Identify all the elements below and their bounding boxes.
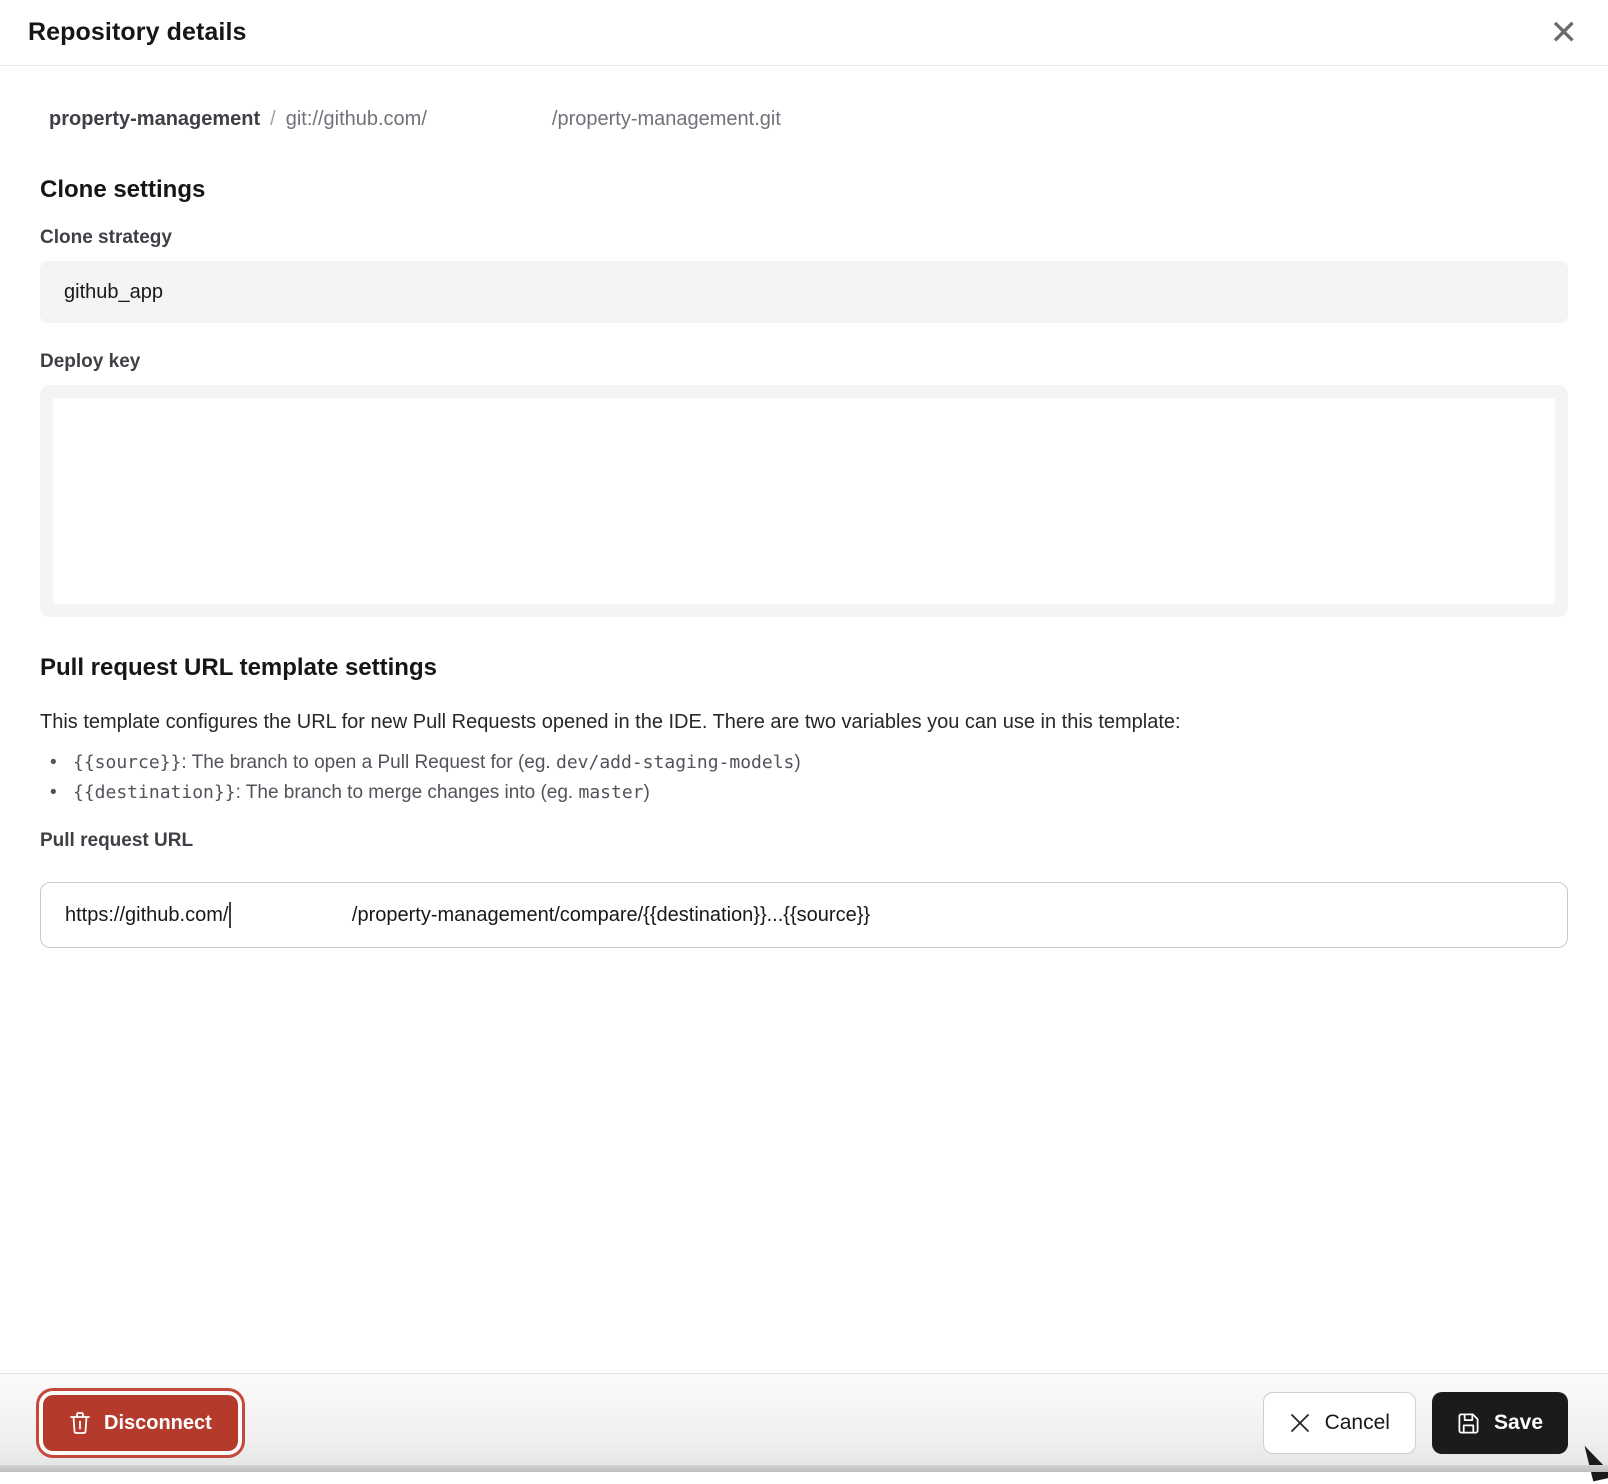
breadcrumb-remote-url-prefix: git://github.com/ bbox=[286, 107, 427, 131]
bullet-suffix: ) bbox=[794, 752, 800, 773]
breadcrumb-separator: / bbox=[270, 107, 276, 131]
trash-icon bbox=[69, 1411, 91, 1435]
close-icon[interactable]: ✕ bbox=[1548, 16, 1581, 50]
source-example-code: dev/add-staging-models bbox=[556, 752, 794, 773]
save-button[interactable]: Save bbox=[1432, 1392, 1568, 1454]
pull-request-url-input[interactable]: https://github.com/ /property-management/… bbox=[40, 882, 1568, 948]
pull-request-url-label: Pull request URL bbox=[40, 830, 1568, 852]
bullet-suffix: ) bbox=[644, 782, 650, 803]
destination-variable-code: {{destination}} bbox=[73, 782, 236, 803]
modal-footer: Disconnect Cancel Save bbox=[0, 1373, 1608, 1472]
list-item: {{destination}}: The branch to merge cha… bbox=[40, 778, 1568, 808]
redacted-org-name bbox=[427, 124, 552, 125]
deploy-key-textarea[interactable] bbox=[53, 398, 1555, 604]
clone-strategy-value: github_app bbox=[64, 281, 163, 304]
breadcrumb-repo-name: property-management bbox=[49, 107, 260, 131]
url-value-suffix: /property-management/compare/{{destinati… bbox=[352, 904, 870, 927]
pr-template-heading: Pull request URL template settings bbox=[40, 653, 1568, 683]
save-button-label: Save bbox=[1494, 1411, 1543, 1435]
bullet-text: : The branch to merge changes into (eg. bbox=[236, 782, 579, 803]
list-item: {{source}}: The branch to open a Pull Re… bbox=[40, 748, 1568, 778]
footer-action-group: Cancel Save bbox=[1263, 1392, 1568, 1454]
clone-strategy-field: github_app bbox=[40, 261, 1568, 323]
page-title: Repository details bbox=[28, 18, 247, 47]
modal-header: Repository details ✕ bbox=[0, 0, 1608, 66]
modal-body: property-management / git://github.com/ … bbox=[0, 107, 1608, 948]
pr-template-variable-list: {{source}}: The branch to open a Pull Re… bbox=[40, 748, 1568, 808]
breadcrumb-remote-url-suffix: /property-management.git bbox=[552, 107, 781, 131]
cancel-button[interactable]: Cancel bbox=[1263, 1392, 1416, 1454]
disconnect-button[interactable]: Disconnect bbox=[43, 1395, 238, 1451]
floppy-disk-icon bbox=[1457, 1412, 1480, 1435]
cancel-button-label: Cancel bbox=[1325, 1411, 1390, 1435]
disconnect-button-label: Disconnect bbox=[104, 1412, 212, 1435]
pr-template-description: This template configures the URL for new… bbox=[40, 709, 1568, 735]
clone-strategy-label: Clone strategy bbox=[40, 227, 1568, 249]
mouse-cursor bbox=[1580, 1446, 1608, 1484]
clone-settings-heading: Clone settings bbox=[40, 175, 1568, 205]
deploy-key-label: Deploy key bbox=[40, 351, 1568, 373]
x-icon bbox=[1289, 1412, 1311, 1434]
url-value-prefix: https://github.com/ bbox=[65, 904, 228, 927]
breadcrumb: property-management / git://github.com/ … bbox=[40, 107, 1568, 131]
deploy-key-field-frame bbox=[40, 385, 1568, 617]
bullet-text: : The branch to open a Pull Request for … bbox=[181, 752, 556, 773]
redacted-org-name bbox=[231, 915, 352, 916]
source-variable-code: {{source}} bbox=[73, 752, 181, 773]
destination-example-code: master bbox=[578, 782, 643, 803]
